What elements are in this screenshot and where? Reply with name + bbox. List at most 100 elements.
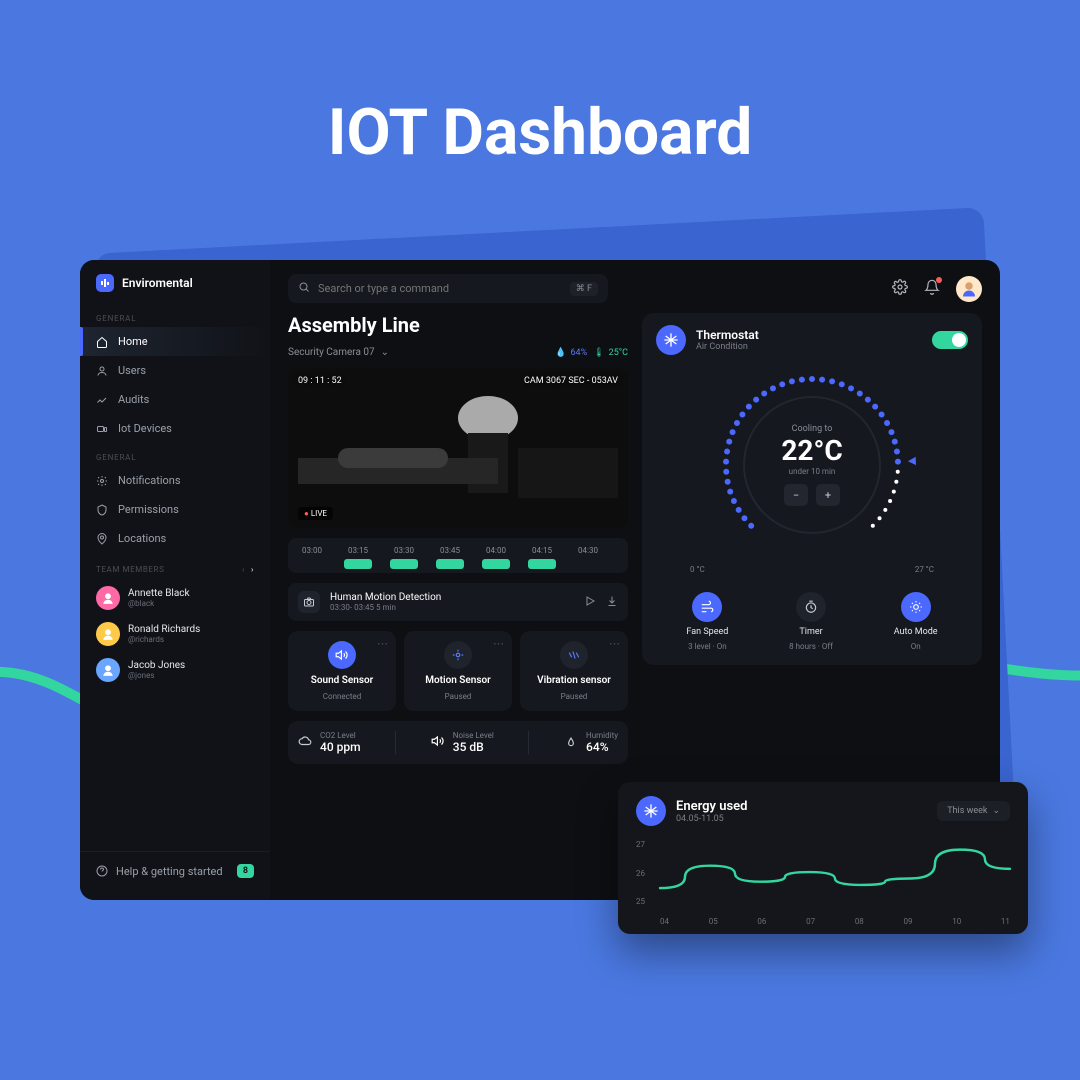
thermostat-card: Thermostat Air Condition Cooling to 22°C… (642, 313, 982, 665)
live-badge: ● LIVE (298, 507, 333, 520)
camera-select[interactable]: Security Camera 07⌄ (288, 347, 389, 358)
page-title: Assembly Line (288, 313, 628, 337)
energy-title: Energy used (676, 799, 747, 814)
thermo-mode[interactable]: Fan Speed 3 level · On (686, 592, 728, 651)
bell-button[interactable] (924, 279, 940, 298)
nav-label: Permissions (118, 503, 179, 516)
cloud-icon (298, 734, 312, 751)
sidebar-section-label-2: GENERAL (80, 443, 270, 466)
snowflake-icon (656, 325, 686, 355)
sun-icon (901, 592, 931, 622)
camera-feed[interactable]: 09 : 11 : 52 CAM 3067 SEC - 053AV ● LIVE (288, 368, 628, 528)
sensor-card[interactable]: ⋯ Sound Sensor Connected (288, 631, 396, 711)
clip-title: Human Motion Detection (330, 592, 441, 603)
timeline-tick[interactable]: 04:15 (528, 546, 556, 569)
thermo-mode[interactable]: Auto Mode On (894, 592, 938, 651)
energy-range-select[interactable]: This week⌄ (937, 801, 1010, 821)
hero-title: IOT Dashboard (0, 95, 1080, 170)
brand: Enviromental (80, 274, 270, 304)
team-member[interactable]: Annette Black@black (80, 580, 270, 616)
sidebar-item-iot-devices[interactable]: Iot Devices (80, 414, 270, 443)
timer-icon (796, 592, 826, 622)
nav-label: Locations (118, 532, 166, 545)
droplets-icon (564, 734, 578, 751)
dial-max: 27 °C (915, 565, 934, 574)
readout: Humidity64% (564, 731, 618, 754)
help-icon (96, 865, 108, 877)
settings-button[interactable] (892, 279, 908, 298)
snowflake-icon (636, 796, 666, 826)
timeline-tick[interactable]: 03:45 (436, 546, 464, 569)
sensor-card[interactable]: ⋯ Motion Sensor Paused (404, 631, 512, 711)
sidebar-item-home[interactable]: Home (80, 327, 270, 356)
droplets-icon: 💧 (555, 348, 566, 358)
download-button[interactable] (606, 595, 618, 610)
clip-subtitle: 03:30- 03:45 5 min (330, 603, 441, 612)
sound-icon (431, 734, 445, 751)
team-prev-button[interactable]: ‹ (242, 565, 245, 574)
camera-time: 09 : 11 : 52 (298, 376, 342, 386)
topbar: ⌘ F (288, 274, 982, 303)
nav-label: Audits (118, 393, 149, 406)
thermostat-subtitle: Air Condition (696, 342, 759, 352)
timeline-tick[interactable]: 04:30 (574, 546, 602, 569)
target-icon (444, 641, 472, 669)
search-input[interactable] (318, 282, 562, 295)
thermo-mode[interactable]: Timer 8 hours · Off (789, 592, 833, 651)
nav-label: Notifications (118, 474, 181, 487)
pin-icon (96, 533, 108, 545)
team-next-button[interactable]: › (251, 565, 254, 574)
user-icon (96, 365, 108, 377)
timeline-tick[interactable]: 03:30 (390, 546, 418, 569)
team-member[interactable]: Jacob Jones@jones (80, 652, 270, 688)
sidebar: Enviromental GENERAL Home Users Audits I… (80, 260, 270, 900)
chevron-down-icon: ⌄ (381, 347, 389, 358)
sensor-card[interactable]: ⋯ Vibration sensor Paused (520, 631, 628, 711)
camera-id: CAM 3067 SEC - 053AV (524, 376, 618, 386)
search-kbd: ⌘ F (570, 282, 598, 296)
nav-label: Users (118, 364, 146, 377)
devices-icon (96, 423, 108, 435)
avatar (96, 586, 120, 610)
user-avatar[interactable] (956, 276, 982, 302)
timeline-tick[interactable]: 03:00 (298, 546, 326, 569)
avatar (96, 622, 120, 646)
shield-icon (96, 504, 108, 516)
play-button[interactable] (584, 595, 596, 610)
brand-icon (96, 274, 114, 292)
more-icon[interactable]: ⋯ (493, 637, 504, 650)
team-section-label: TEAM MEMBERS (96, 565, 164, 574)
thermostat-dial[interactable]: Cooling to 22°C under 10 min − + (656, 365, 968, 565)
thermostat-toggle[interactable] (932, 331, 968, 349)
thermostat-title: Thermostat (696, 328, 759, 342)
readout: CO2 Level40 ppm (298, 731, 361, 754)
help-label: Help & getting started (116, 865, 223, 878)
sidebar-item-locations[interactable]: Locations (80, 524, 270, 553)
thermometer-icon: 🌡 (593, 348, 604, 358)
timeline[interactable]: 03:00 03:15 03:30 03:45 04:00 04:15 04:30 (288, 538, 628, 573)
readout: Noise Level35 dB (431, 731, 494, 754)
search-box[interactable]: ⌘ F (288, 274, 608, 303)
sidebar-section-label-1: GENERAL (80, 304, 270, 327)
sidebar-item-notifications[interactable]: Notifications (80, 466, 270, 495)
humidity-chip: 💧64% (555, 348, 587, 358)
clip-row: Human Motion Detection 03:30- 03:45 5 mi… (288, 583, 628, 621)
more-icon[interactable]: ⋯ (609, 637, 620, 650)
help-link[interactable]: Help & getting started 8 (80, 851, 270, 890)
nav-label: Iot Devices (118, 422, 172, 435)
camera-icon (298, 591, 320, 613)
brand-name: Enviromental (122, 276, 193, 290)
timeline-tick[interactable]: 03:15 (344, 546, 372, 569)
sidebar-item-audits[interactable]: Audits (80, 385, 270, 414)
more-icon[interactable]: ⋯ (377, 637, 388, 650)
timeline-tick[interactable]: 04:00 (482, 546, 510, 569)
sidebar-item-permissions[interactable]: Permissions (80, 495, 270, 524)
home-icon (96, 336, 108, 348)
sidebar-item-users[interactable]: Users (80, 356, 270, 385)
energy-card: Energy used 04.05-11.05 This week⌄ 27262… (618, 782, 1028, 934)
team-member[interactable]: Ronald Richards@richards (80, 616, 270, 652)
chevron-down-icon: ⌄ (992, 806, 1000, 816)
avatar (96, 658, 120, 682)
vibration-icon (560, 641, 588, 669)
temp-chip: 🌡25°C (593, 348, 628, 358)
